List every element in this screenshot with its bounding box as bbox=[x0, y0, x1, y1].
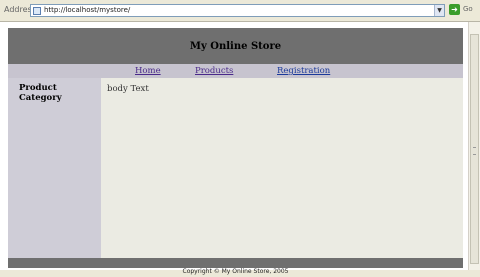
scroll-thumb[interactable] bbox=[470, 34, 479, 264]
nav-link-registration[interactable]: Registration bbox=[277, 66, 330, 76]
address-bar: Address http://localhost/mystore/ ▼ ➜ Go bbox=[0, 0, 480, 22]
sidebar: Product Category bbox=[8, 78, 101, 258]
nav-link-products[interactable]: Products bbox=[195, 66, 233, 76]
site-footer: Copyright © My Online Store, 2005 bbox=[8, 258, 463, 275]
site-title: My Online Store bbox=[189, 40, 282, 52]
site-header: My Online Store bbox=[8, 28, 463, 64]
go-button[interactable]: Go bbox=[463, 5, 473, 13]
go-arrow-icon[interactable]: ➜ bbox=[449, 4, 460, 15]
page-icon bbox=[33, 7, 41, 15]
url-text: http://localhost/mystore/ bbox=[44, 6, 131, 14]
scroll-grip-icon bbox=[473, 147, 476, 155]
copyright-text: Copyright © My Online Store, 2005 bbox=[182, 268, 289, 275]
main-content: body Text bbox=[101, 78, 463, 258]
body-text: body Text bbox=[107, 84, 149, 94]
url-input[interactable]: http://localhost/mystore/ ▼ bbox=[30, 4, 445, 17]
sidebar-heading: Product Category bbox=[19, 83, 62, 103]
nav-bar: Home Products Registration bbox=[8, 64, 463, 78]
vertical-scrollbar[interactable] bbox=[468, 22, 480, 270]
nav-link-home[interactable]: Home bbox=[135, 66, 161, 76]
page-viewport: My Online Store Home Products Registrati… bbox=[0, 22, 468, 275]
chevron-down-icon[interactable]: ▼ bbox=[434, 5, 444, 16]
